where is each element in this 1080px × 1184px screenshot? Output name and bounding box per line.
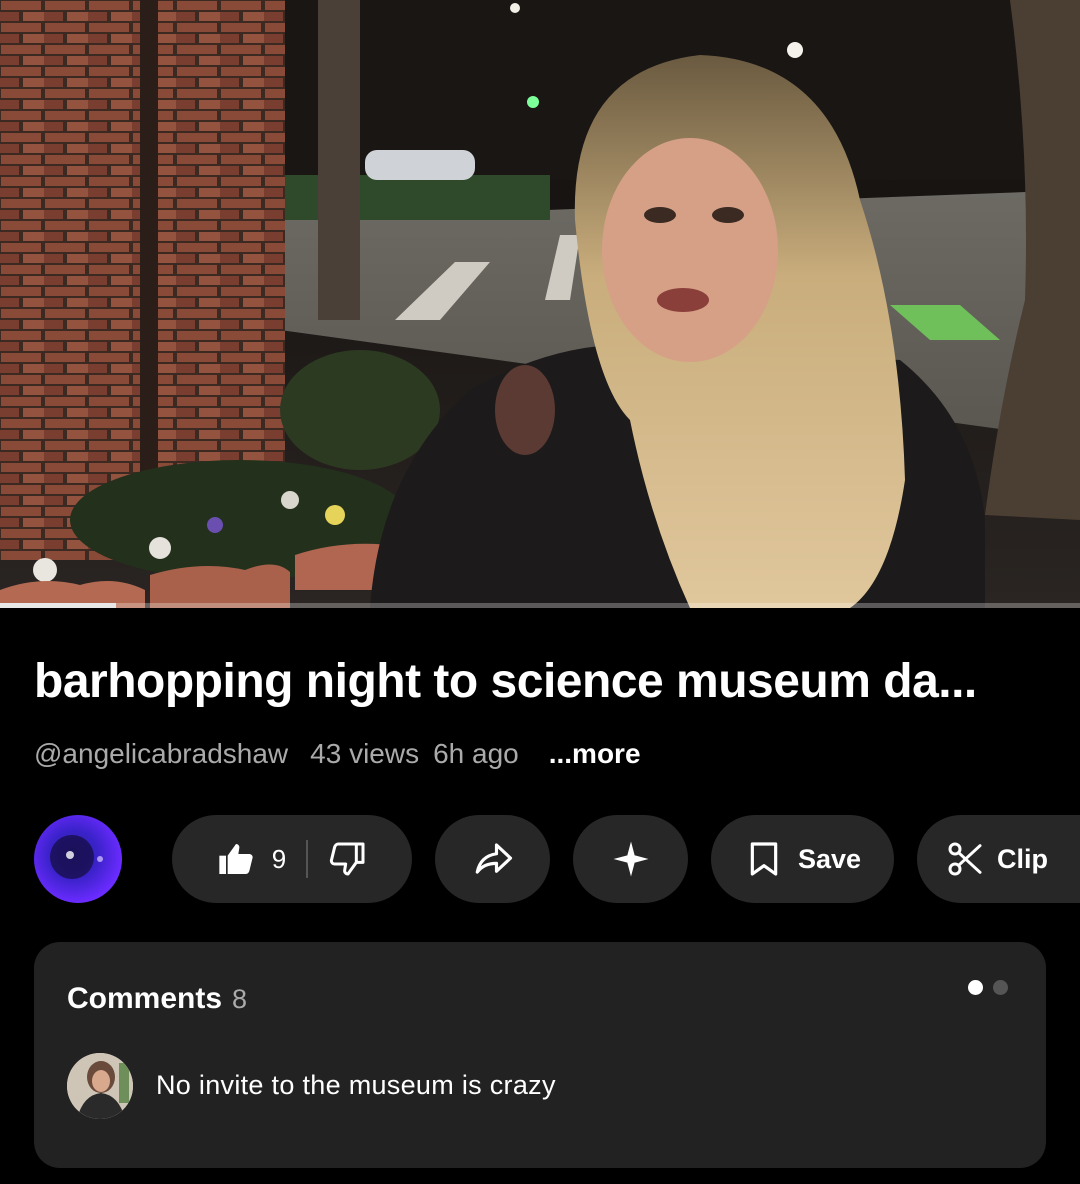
- clip-label: Clip: [997, 843, 1048, 874]
- commenter-avatar-image: [67, 1053, 133, 1119]
- like-divider: [306, 840, 309, 878]
- like-button[interactable]: 9: [216, 839, 286, 879]
- thumbs-down-icon: [330, 842, 365, 876]
- share-button[interactable]: [435, 815, 550, 903]
- avatar-image: [50, 835, 103, 879]
- ai-sparkle-button[interactable]: [573, 815, 688, 903]
- save-button[interactable]: Save: [711, 815, 894, 903]
- clip-button[interactable]: Clip: [917, 815, 1080, 903]
- comment-text: No invite to the museum is crazy: [156, 1070, 556, 1100]
- video-progress-bar[interactable]: [0, 603, 1080, 608]
- comments-title: Comments: [67, 982, 223, 1015]
- sparkle-icon: [613, 841, 648, 877]
- share-icon: [475, 843, 512, 874]
- video-meta: @angelicabradshaw 43 views 6h ago ...more: [34, 738, 655, 770]
- carousel-dots: [968, 980, 1008, 995]
- video-title[interactable]: barhopping night to science museum da...: [34, 654, 1054, 709]
- bookmark-icon: [750, 842, 778, 876]
- channel-handle[interactable]: @angelicabradshaw: [34, 738, 288, 769]
- comments-count: 8: [232, 984, 248, 1014]
- upload-age: 6h ago: [433, 738, 519, 769]
- like-dislike-pill: 9: [172, 815, 412, 903]
- view-count: 43 views: [310, 738, 420, 769]
- comments-header: Comments 8: [67, 982, 247, 1016]
- like-count: 9: [271, 843, 287, 874]
- video-player[interactable]: [0, 0, 1080, 608]
- thumbs-up-icon: [219, 844, 253, 874]
- more-link[interactable]: ...more: [549, 738, 641, 769]
- video-frame: [0, 0, 1080, 608]
- channel-avatar[interactable]: [34, 815, 122, 903]
- commenter-avatar: [67, 1053, 133, 1119]
- carousel-dot: [993, 980, 1008, 995]
- dislike-button[interactable]: [328, 839, 368, 879]
- scissors-icon: [948, 842, 982, 876]
- carousel-dot-active: [968, 980, 983, 995]
- comments-card[interactable]: Comments 8 No invite to the museum is cra…: [34, 942, 1046, 1168]
- save-label: Save: [797, 843, 862, 874]
- video-progress-fill: [0, 603, 116, 608]
